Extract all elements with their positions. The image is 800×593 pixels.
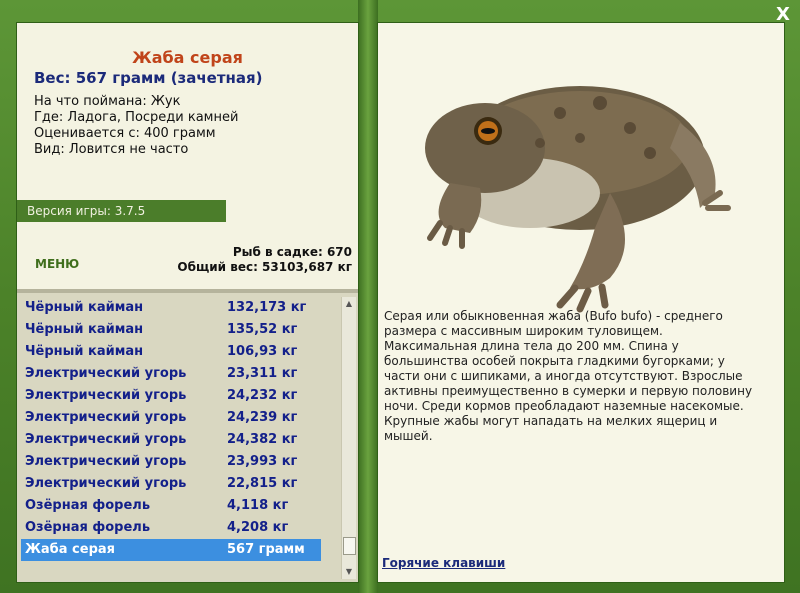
fish-list-item[interactable]: Озёрная форель 4,208 кг — [21, 517, 321, 539]
fish-list-item-name: Чёрный кайман — [25, 344, 144, 359]
game-version-label: Версия игры: 3.7.5 — [17, 200, 226, 222]
fish-list-item[interactable]: Чёрный кайман 132,173 кг — [21, 297, 321, 319]
scroll-up-arrow-icon[interactable]: ▲ — [342, 297, 356, 311]
valued-info: Оценивается с: 400 грамм — [34, 126, 216, 141]
caught-fish-name: Жаба серая — [132, 48, 243, 67]
fish-list-item-name: Электрический угорь — [25, 476, 187, 491]
fish-list-item-name: Электрический угорь — [25, 388, 187, 403]
bait-info: На что поймана: Жук — [34, 94, 181, 109]
scroll-thumb[interactable] — [343, 537, 356, 555]
fish-list-item-weight: 24,239 кг — [227, 410, 298, 425]
total-weight: Общий вес: 53103,687 кг — [177, 260, 352, 274]
fish-list-item-weight: 567 грамм — [227, 542, 305, 557]
fish-list-item[interactable]: Электрический угорь 24,232 кг — [21, 385, 321, 407]
hotkeys-link[interactable]: Горячие клавиши — [382, 556, 505, 570]
vine-decoration — [358, 0, 378, 593]
fish-list-item[interactable]: Жаба серая 567 грамм — [21, 539, 321, 561]
fish-list-item-name: Озёрная форель — [25, 520, 151, 535]
fish-list-item-weight: 106,93 кг — [227, 344, 298, 359]
fish-list-item-name: Электрический угорь — [25, 410, 187, 425]
fish-list-item[interactable]: Чёрный кайман 106,93 кг — [21, 341, 321, 363]
rarity-info: Вид: Ловится не часто — [34, 142, 189, 157]
fish-description: Серая или обыкновенная жаба (Bufo bufo) … — [384, 309, 753, 443]
fish-list-item[interactable]: Электрический угорь 24,382 кг — [21, 429, 321, 451]
fish-list-item[interactable]: Электрический угорь 22,815 кг — [21, 473, 321, 495]
list-divider — [17, 289, 358, 293]
fish-detail-panel: Серая или обыкновенная жаба (Bufo bufo) … — [377, 22, 785, 583]
fish-list-item[interactable]: Чёрный кайман 135,52 кг — [21, 319, 321, 341]
fish-list-item-weight: 23,993 кг — [227, 454, 298, 469]
fish-list-item[interactable]: Электрический угорь 23,311 кг — [21, 363, 321, 385]
fish-list-item-name: Электрический угорь — [25, 366, 187, 381]
fish-list: Чёрный кайман 132,173 кг Чёрный кайман 135,… — [21, 297, 321, 561]
fish-list-item-name: Озёрная форель — [25, 498, 151, 513]
fish-list-item-name: Жаба серая — [25, 542, 116, 557]
fish-list-item-weight: 4,208 кг — [227, 520, 289, 535]
catch-info-panel: Жаба серая Вес: 567 грамм (зачетная) На … — [16, 22, 359, 583]
list-scrollbar[interactable]: ▲ ▼ — [341, 297, 356, 579]
fish-list-container: Чёрный кайман 132,173 кг Чёрный кайман 135,… — [17, 289, 358, 582]
fish-list-item-name: Электрический угорь — [25, 432, 187, 447]
fish-list-item-name: Чёрный кайман — [25, 300, 144, 315]
scroll-down-arrow-icon[interactable]: ▼ — [342, 565, 356, 579]
fish-list-item-name: Чёрный кайман — [25, 322, 144, 337]
fish-list-item[interactable]: Электрический угорь 23,993 кг — [21, 451, 321, 473]
fish-list-item[interactable]: Озёрная форель 4,118 кг — [21, 495, 321, 517]
fish-list-item-weight: 4,118 кг — [227, 498, 289, 513]
catch-stats: Рыб в садке: 670 Общий вес: 53103,687 кг — [177, 245, 352, 275]
menu-button[interactable]: МЕНЮ — [35, 257, 79, 271]
place-info: Где: Ладога, Посреди камней — [34, 110, 239, 125]
fish-list-item-name: Электрический угорь — [25, 454, 187, 469]
caught-fish-weight: Вес: 567 грамм (зачетная) — [34, 69, 263, 87]
fish-list-item-weight: 22,815 кг — [227, 476, 298, 491]
fish-list-item-weight: 24,382 кг — [227, 432, 298, 447]
fish-list-item-weight: 24,232 кг — [227, 388, 298, 403]
fish-list-item-weight: 23,311 кг — [227, 366, 298, 381]
fish-list-item-weight: 135,52 кг — [227, 322, 298, 337]
fish-list-item-weight: 132,173 кг — [227, 300, 307, 315]
fish-list-item[interactable]: Электрический угорь 24,239 кг — [21, 407, 321, 429]
toad-image — [425, 86, 731, 313]
fish-count: Рыб в садке: 670 — [232, 245, 352, 259]
